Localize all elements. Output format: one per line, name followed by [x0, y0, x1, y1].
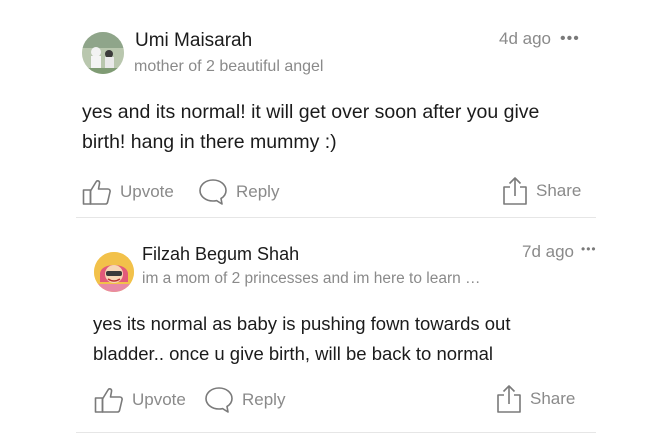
timestamp[interactable]: 7d ago — [522, 242, 574, 262]
reply-label: Reply — [242, 390, 286, 409]
reply-label: Reply — [236, 182, 280, 201]
divider — [76, 217, 596, 218]
more-options-icon[interactable]: ••• — [560, 30, 580, 48]
more-options-icon[interactable]: ••• — [581, 242, 597, 256]
comment-body: yes and its normal! it will get over soo… — [82, 101, 540, 153]
upvote-button[interactable]: Upvote — [94, 386, 186, 414]
reply-comment-card: Filzah Begum Shah im a mom of 2 princess… — [76, 222, 596, 434]
avatar[interactable] — [82, 32, 124, 74]
share-button[interactable]: Share — [502, 176, 581, 206]
divider — [76, 432, 596, 433]
share-label: Share — [530, 389, 576, 408]
share-upload-icon — [496, 384, 522, 414]
comment-body: yes its normal as baby is pushing fown t… — [93, 313, 511, 364]
reply-button[interactable]: Reply — [198, 178, 279, 206]
thumbs-up-icon — [82, 178, 112, 206]
timestamp[interactable]: 4d ago — [499, 29, 551, 49]
comment-card: Umi Maisarah mother of 2 beautiful angel… — [0, 0, 670, 215]
speech-bubble-icon — [204, 386, 234, 414]
share-label: Share — [536, 181, 582, 200]
author-name[interactable]: Filzah Begum Shah — [142, 244, 299, 265]
reply-button[interactable]: Reply — [204, 386, 285, 414]
upvote-button[interactable]: Upvote — [82, 178, 174, 206]
upvote-label: Upvote — [132, 390, 186, 409]
author-name[interactable]: Umi Maisarah — [135, 30, 252, 52]
upvote-label: Upvote — [120, 182, 174, 201]
share-button[interactable]: Share — [496, 384, 575, 414]
thumbs-up-icon — [94, 386, 124, 414]
author-bio: mother of 2 beautiful angel — [134, 58, 324, 75]
author-bio: im a mom of 2 princesses and im here to … — [142, 270, 481, 287]
share-upload-icon — [502, 176, 528, 206]
avatar[interactable] — [94, 252, 134, 292]
speech-bubble-icon — [198, 178, 228, 206]
